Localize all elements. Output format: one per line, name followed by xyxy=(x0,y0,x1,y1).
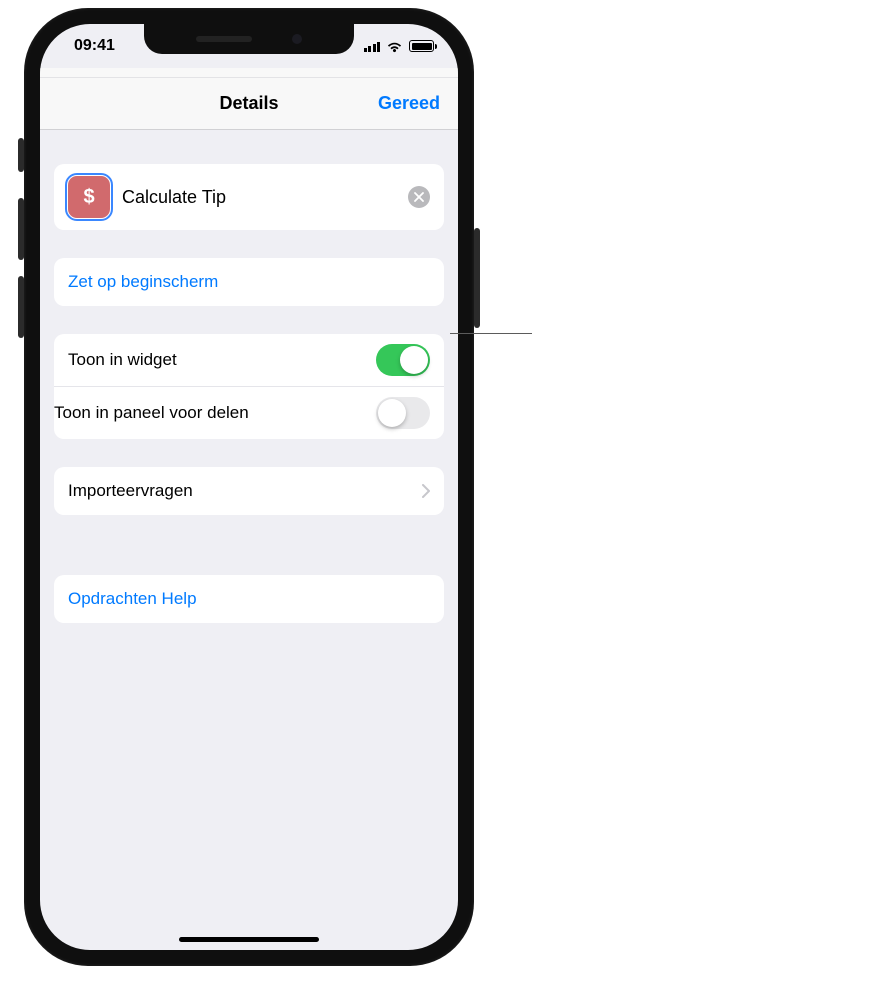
show-in-share-label: Toon in paneel voor delen xyxy=(54,403,376,423)
home-indicator[interactable] xyxy=(179,937,319,942)
visibility-toggles-group: Toon in widget Toon in paneel voor delen xyxy=(54,334,444,439)
callout-line xyxy=(450,333,532,334)
shortcuts-help-button[interactable]: Opdrachten Help xyxy=(54,575,444,623)
nav-bar: Details Gereed xyxy=(40,78,458,130)
clear-name-button[interactable] xyxy=(408,186,430,208)
svg-text:$: $ xyxy=(83,186,94,208)
import-questions-group: Importeervragen xyxy=(54,467,444,515)
show-in-share-toggle[interactable] xyxy=(376,397,430,429)
phone-frame: 09:41 Details Gereed xyxy=(24,8,474,966)
show-in-widget-toggle[interactable] xyxy=(376,344,430,376)
shortcuts-help-label: Opdrachten Help xyxy=(68,589,430,609)
wifi-icon xyxy=(386,40,403,53)
import-questions-label: Importeervragen xyxy=(68,481,422,501)
dollar-icon: $ xyxy=(77,185,101,209)
done-button[interactable]: Gereed xyxy=(378,93,440,114)
chevron-right-icon xyxy=(422,484,430,498)
show-in-share-row: Toon in paneel voor delen xyxy=(54,386,444,439)
add-to-home-button[interactable]: Zet op beginscherm xyxy=(54,258,444,306)
import-questions-button[interactable]: Importeervragen xyxy=(54,467,444,515)
help-group: Opdrachten Help xyxy=(54,575,444,623)
nav-title: Details xyxy=(219,93,278,114)
screen: 09:41 Details Gereed xyxy=(40,24,458,950)
shortcut-name-group: $ xyxy=(54,164,444,230)
notch xyxy=(144,24,354,54)
cellular-signal-icon xyxy=(364,40,381,52)
battery-icon xyxy=(409,40,434,52)
add-to-home-label: Zet op beginscherm xyxy=(68,272,430,292)
close-icon xyxy=(414,192,424,202)
show-in-widget-label: Toon in widget xyxy=(68,350,376,370)
status-time: 09:41 xyxy=(64,37,115,55)
shortcut-name-input[interactable] xyxy=(122,187,396,208)
show-in-widget-row: Toon in widget xyxy=(54,334,444,386)
add-to-home-group: Zet op beginscherm xyxy=(54,258,444,306)
shortcut-icon-button[interactable]: $ xyxy=(68,176,110,218)
